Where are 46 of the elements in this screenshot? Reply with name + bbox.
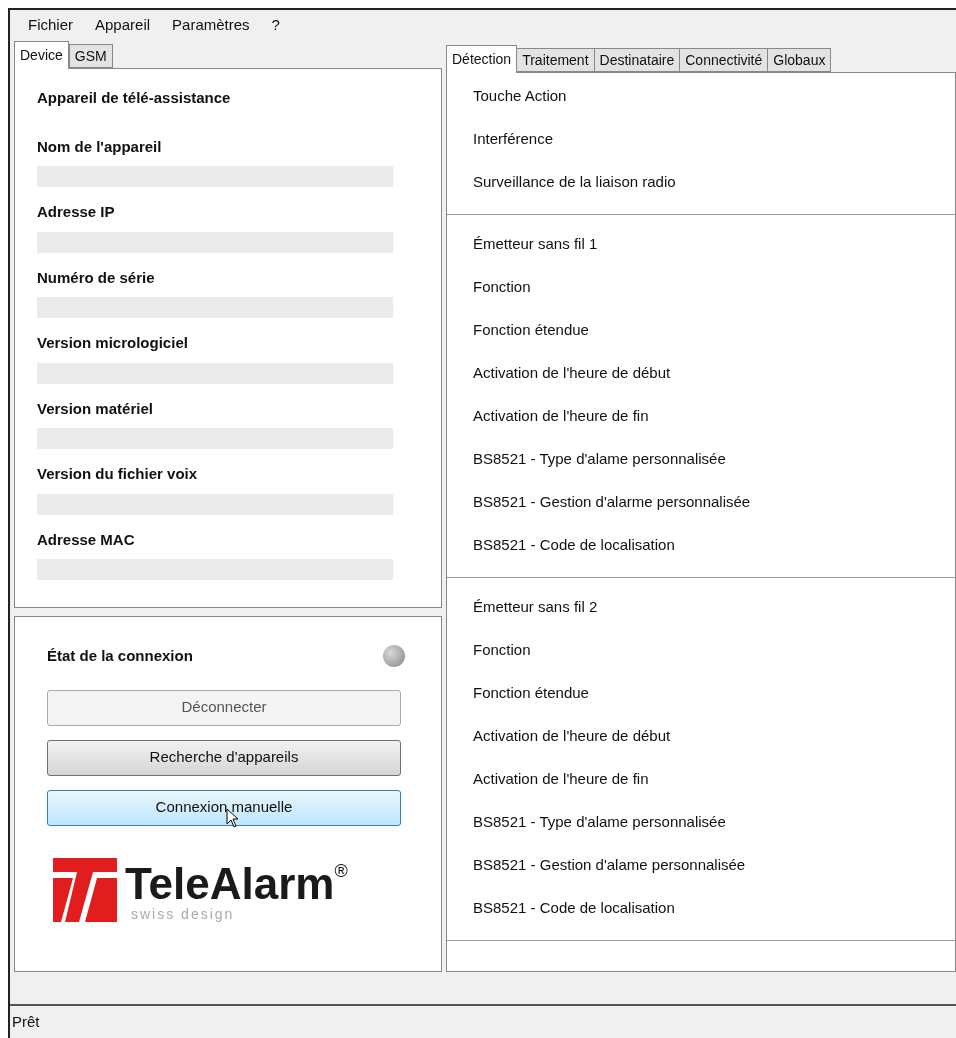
settings-item[interactable]: Activation de l'heure de début [473, 362, 671, 385]
settings-item[interactable]: Touche Action [473, 85, 567, 108]
settings-item[interactable]: Fonction étendue [473, 682, 589, 705]
field-label: Adresse MAC [37, 529, 136, 550]
settings-item[interactable]: Fonction [473, 276, 531, 299]
settings-item[interactable]: BS8521 - Type d'alame personnalisée [473, 448, 726, 471]
menu-item[interactable]: Fichier [28, 13, 73, 37]
settings-item[interactable]: Émetteur sans fil 1 [473, 233, 598, 256]
tab[interactable]: Traitement [517, 48, 595, 72]
logo-wordmark: TeleAlarm [125, 861, 335, 906]
tab[interactable]: Globaux [768, 48, 832, 72]
settings-item[interactable]: Activation de l'heure de fin [473, 405, 649, 428]
logo-tagline: swiss design [131, 905, 236, 922]
settings-item[interactable]: BS8521 - Gestion d'alame personnalisée [473, 854, 746, 877]
action-button[interactable]: Recherche d'appareils [47, 739, 401, 776]
connection-label: État de la connexion [47, 646, 193, 666]
menu-item[interactable]: Appareil [95, 13, 151, 37]
settings-item[interactable]: Émetteur sans fil 2 [473, 596, 598, 619]
settings-item[interactable]: BS8521 - Gestion d'alarme personnalisée [473, 491, 751, 514]
menu-item[interactable]: Paramètres [172, 13, 250, 37]
status-text: Prêt [12, 1011, 40, 1032]
settings-item[interactable]: Fonction [473, 639, 531, 662]
menu-item[interactable]: ? [271, 13, 280, 37]
tab[interactable]: Détection [446, 45, 518, 73]
settings-item[interactable]: BS8521 - Code de localisation [473, 897, 675, 920]
field-label: Numéro de série [37, 267, 156, 288]
field-label: Version micrologiciel [37, 333, 189, 353]
field-label: Nom de l'appareil [37, 136, 163, 157]
tab[interactable]: Device [14, 41, 69, 69]
tab[interactable]: Destinataire [594, 48, 681, 72]
field-label: Version du fichier voix [37, 464, 199, 484]
logo-icon [53, 857, 117, 922]
field-label: Adresse IP [37, 202, 116, 222]
tab[interactable]: Connectivité [680, 48, 769, 72]
section-title: Appareil de télé-assistance [37, 88, 232, 108]
settings-item[interactable]: BS8521 - Type d'alame personnalisée [473, 811, 726, 834]
settings-item[interactable]: Surveillance de la liaison radio [473, 171, 676, 194]
settings-item[interactable]: Interférence [473, 128, 554, 151]
settings-item[interactable]: Activation de l'heure de début [473, 725, 671, 748]
settings-item[interactable]: Activation de l'heure de fin [473, 768, 649, 791]
settings-item[interactable]: BS8521 - Code de localisation [473, 534, 675, 557]
tab[interactable]: GSM [68, 44, 113, 68]
field-label: Version matériel [37, 398, 154, 419]
action-button[interactable]: Connexion manuelle [47, 789, 401, 826]
registered-mark: ® [334, 861, 348, 880]
settings-item[interactable]: Fonction étendue [473, 319, 589, 342]
